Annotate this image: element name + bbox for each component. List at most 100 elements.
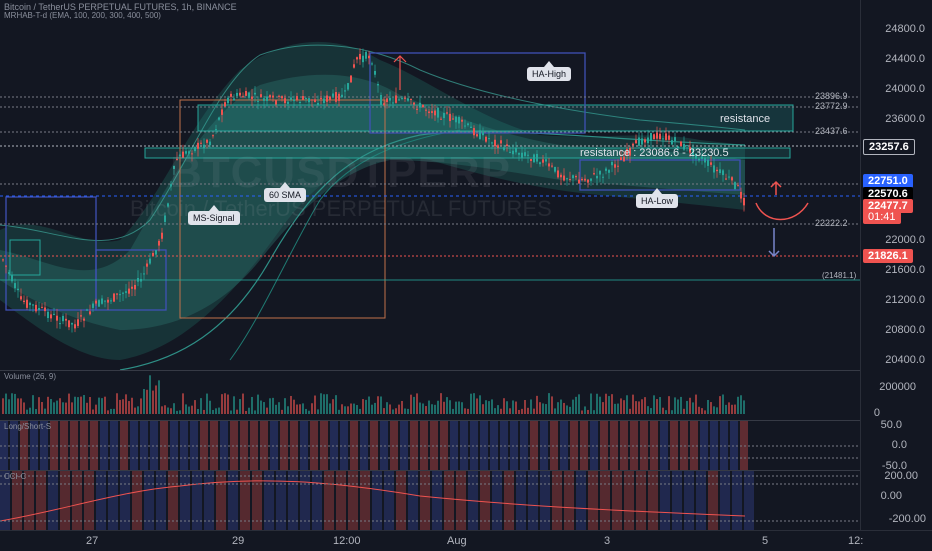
volume-bar <box>200 398 202 414</box>
candle-body <box>464 125 466 127</box>
indicator-legend[interactable]: MRHAB-T-d (EMA, 100, 200, 300, 400, 500) <box>4 11 161 20</box>
candle-body <box>458 116 460 124</box>
volume-bar <box>368 396 370 414</box>
volume-bar <box>95 404 97 414</box>
volume-bar <box>476 398 478 414</box>
candle-body <box>308 98 310 103</box>
ls-tick: 50.0 <box>880 419 902 431</box>
candle-body <box>554 166 556 172</box>
volume-bar <box>479 395 481 414</box>
candle-body <box>482 132 484 136</box>
volume-bar <box>551 396 553 414</box>
volume-bar <box>347 406 349 414</box>
volume-bar <box>659 397 661 414</box>
candle-body <box>104 300 106 302</box>
resistance-label[interactable]: resistance <box>720 113 770 125</box>
candle-body <box>206 139 208 143</box>
price-tick: 22000.0 <box>885 234 925 246</box>
candle-body <box>401 97 403 99</box>
candle-body <box>257 100 259 102</box>
candle-body <box>485 136 487 142</box>
volume-bar <box>407 408 409 414</box>
time-tick: 12: <box>848 535 864 547</box>
level-label-1: 23896.9 <box>815 91 848 101</box>
volume-bar <box>362 399 364 414</box>
candle-body <box>359 53 361 60</box>
candle-body <box>617 165 619 167</box>
price-tick: 20400.0 <box>885 354 925 366</box>
price-tick: 24400.0 <box>885 53 925 65</box>
candle-body <box>374 70 376 75</box>
volume-bar <box>443 401 445 414</box>
candle-body <box>581 178 583 181</box>
volume-bar <box>236 409 238 414</box>
time-axis[interactable]: 27 29 12:00 Aug 3 5 12: <box>0 530 932 551</box>
candle-body <box>437 107 439 118</box>
candle-body <box>494 139 496 147</box>
volume-bar <box>14 393 16 414</box>
volume-bar <box>398 404 400 414</box>
volume-pane-title[interactable]: Volume (26, 9) <box>4 372 56 381</box>
candle-body <box>254 92 256 95</box>
volume-bar <box>194 400 196 414</box>
candle-body <box>470 126 472 128</box>
candle-body <box>596 175 598 179</box>
volume-bar <box>635 401 637 414</box>
sma60-callout[interactable]: 60 SMA <box>264 182 307 202</box>
volume-bar <box>227 394 229 414</box>
candle-body <box>524 152 526 156</box>
volume-bar <box>329 403 331 414</box>
candle-body <box>344 90 346 92</box>
volume-bar <box>149 375 151 414</box>
candle-body <box>161 232 163 239</box>
candle-body <box>242 96 244 98</box>
ms-signal-callout[interactable]: MS-Signal <box>188 205 240 225</box>
candle-body <box>305 97 307 99</box>
volume-bar <box>59 398 61 414</box>
candle-body <box>11 275 13 282</box>
candle-body <box>410 99 412 101</box>
candle-body <box>398 99 400 101</box>
volume-bar <box>32 395 34 414</box>
candle-body <box>59 323 61 325</box>
candle-body <box>116 293 118 295</box>
volume-bar <box>176 410 178 414</box>
candle-body <box>353 64 355 68</box>
candle-body <box>149 258 151 264</box>
volume-bar <box>482 404 484 414</box>
volume-bar <box>134 407 136 414</box>
candle-body <box>713 165 715 173</box>
indicator-panes[interactable] <box>0 371 860 530</box>
candle-body <box>668 135 670 140</box>
volume-bar <box>272 397 274 414</box>
time-tick: Aug <box>447 535 467 547</box>
cci-pane-title[interactable]: CCI-C <box>4 472 26 481</box>
volume-bar <box>410 394 412 414</box>
volume-bar <box>122 399 124 414</box>
candle-body <box>506 144 508 146</box>
candle-body <box>335 92 337 102</box>
candle-body <box>545 159 547 162</box>
volume-bar <box>743 400 745 414</box>
level-label-4: 22222.2 <box>815 218 848 228</box>
candle-body <box>275 100 277 105</box>
candle-body <box>560 174 562 178</box>
candle-body <box>65 318 67 321</box>
candle-body <box>491 142 493 144</box>
volume-bar <box>50 399 52 414</box>
volume-bar <box>710 402 712 414</box>
volume-bar <box>74 396 76 414</box>
resistance-range-label[interactable]: resistance : 23086.6 - 23230.5 <box>580 147 729 159</box>
candle-body <box>443 112 445 119</box>
candle-body <box>200 142 202 144</box>
candle-body <box>440 118 442 120</box>
volume-bar <box>563 402 565 414</box>
candle-body <box>386 98 388 103</box>
volume-bar <box>419 402 421 414</box>
ha-high-callout[interactable]: HA-High <box>527 61 572 81</box>
volume-bar <box>341 404 343 414</box>
volume-bar <box>359 408 361 414</box>
volume-bar <box>668 396 670 414</box>
ha-low-callout[interactable]: HA-Low <box>636 188 679 208</box>
longshort-pane-title[interactable]: Long/Short-S <box>4 422 51 431</box>
